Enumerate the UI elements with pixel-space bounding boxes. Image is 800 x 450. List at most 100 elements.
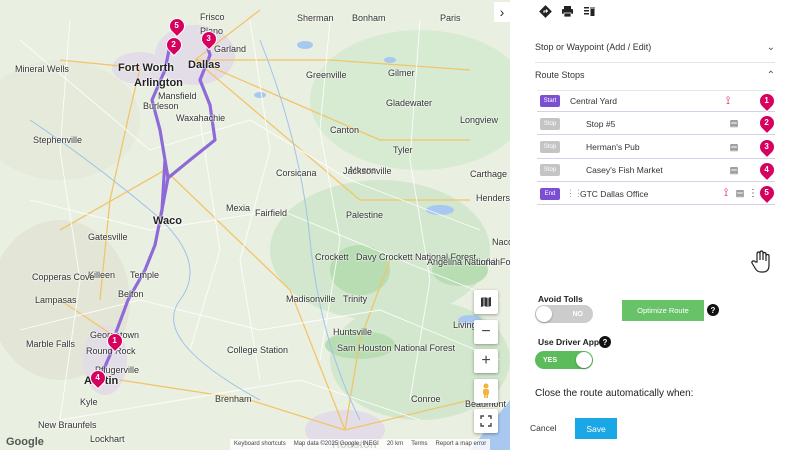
city-label: Garland: [214, 44, 247, 54]
city-label: Conroe: [411, 394, 441, 404]
city-label: Waco: [153, 215, 182, 227]
city-label: Gilmer: [388, 68, 415, 78]
stop-number-pin: 3: [755, 135, 779, 158]
stop-name: Herman's Pub: [586, 142, 640, 153]
driver-app-toggle[interactable]: YES: [535, 351, 593, 369]
city-label: Longview: [460, 115, 499, 125]
terms-link[interactable]: Terms: [411, 441, 427, 448]
city-label: Corsicana: [276, 168, 317, 178]
printer-icon: [561, 5, 573, 17]
city-label: Crockett: [315, 252, 349, 262]
city-label: Frisco: [200, 12, 225, 22]
city-label: Fairfield: [255, 208, 288, 218]
city-label: Copperas Cove: [32, 272, 95, 282]
toggle-knob: [536, 306, 552, 322]
city-label: Paris: [440, 13, 461, 23]
report-error-link[interactable]: Report a map error: [436, 441, 487, 448]
city-label: Lockhart: [90, 434, 125, 444]
note-icon[interactable]: ▤: [727, 118, 741, 129]
chevron-right-icon: ›: [499, 4, 505, 20]
stop-number-pin: 1: [755, 89, 779, 113]
optimize-help-icon[interactable]: ?: [707, 304, 719, 316]
city-label: Belton: [118, 289, 144, 299]
stop-row-start[interactable]: Start Central Yard ⟟ 1: [537, 89, 779, 113]
stop-waypoint-accordion[interactable]: Stop or Waypoint (Add / Edit) ⌄: [535, 33, 775, 61]
collapse-panel-button[interactable]: ›: [494, 2, 510, 22]
chevron-down-icon: ⌄: [766, 41, 775, 53]
location-pin-icon[interactable]: ⟟: [719, 187, 733, 200]
route-stops-list: Start Central Yard ⟟ 1 Stop Stop #5 ▤ 2 …: [537, 89, 779, 206]
avoid-tolls-toggle[interactable]: NO: [535, 305, 593, 323]
zoom-out-button[interactable]: −: [474, 320, 498, 344]
close-route-label: Close the route automatically when:: [535, 388, 694, 399]
stop-name: Casey's Fish Market: [586, 165, 663, 176]
stop-row[interactable]: Stop Herman's Pub ▤ 3: [537, 135, 779, 159]
map-data-attribution: Map data ©2025 Google, INEGI: [293, 441, 379, 447]
cancel-button[interactable]: Cancel: [530, 418, 560, 438]
city-label: Bonham: [352, 13, 386, 23]
fullscreen-icon: [480, 415, 492, 427]
print-button[interactable]: [560, 4, 574, 18]
city-label: Greenville: [306, 70, 347, 80]
city-label: Carthage: [470, 169, 508, 179]
save-button[interactable]: Save: [575, 418, 617, 439]
chevron-up-icon: ⌃: [766, 69, 775, 81]
optimize-route-button[interactable]: Optimize Route: [622, 300, 704, 321]
city-label: Sam Houston National Forest: [337, 343, 456, 353]
stop-name: Stop #5: [586, 118, 616, 129]
zoom-in-button[interactable]: +: [474, 349, 498, 373]
map-type-button[interactable]: [474, 290, 498, 314]
city-label: College Station: [227, 345, 289, 355]
city-label: Sherman: [297, 13, 334, 23]
directions-icon: [538, 4, 552, 18]
city-label: Brenham: [215, 394, 252, 404]
map-view[interactable]: FriscoPlanoGarlandFort WorthDallasArling…: [0, 0, 510, 450]
stop-row[interactable]: Stop Casey's Fish Market ▤ 4: [537, 158, 779, 182]
route-stops-accordion[interactable]: Route Stops ⌃: [535, 61, 775, 89]
stop-row-end[interactable]: End ⋮⋮ GTC Dallas Office ⟟ ▤ ⋮ 5: [537, 181, 779, 206]
city-label: Fort Worth: [118, 62, 175, 74]
keyboard-shortcuts-link[interactable]: Keyboard shortcuts: [234, 441, 286, 448]
city-label: Mineral Wells: [15, 64, 69, 74]
toggle-state: NO: [572, 310, 584, 318]
city-label: Kyle: [80, 397, 98, 407]
delete-list-icon: [583, 6, 595, 16]
route-stops-title: Route Stops: [535, 70, 585, 80]
city-label: Waxahachie: [176, 113, 226, 123]
pegman-icon: [483, 383, 489, 398]
city-label: Temple: [130, 270, 160, 280]
street-view-button[interactable]: [474, 379, 498, 403]
note-icon[interactable]: ▤: [733, 188, 747, 199]
toggle-state: YES: [543, 356, 558, 364]
avoid-tolls-label: Avoid Tolls: [538, 294, 583, 304]
route-panel: › Stop or Waypoint (Add / Edit) ⌄ Route …: [494, 0, 800, 450]
city-label: Tyler: [393, 145, 413, 155]
city-label: Trinity: [343, 294, 368, 304]
location-pin-icon[interactable]: ⟟: [721, 95, 735, 108]
stop-row[interactable]: Stop Stop #5 ▤ 2: [537, 111, 779, 136]
map-scale[interactable]: 20 km: [387, 441, 403, 448]
note-icon[interactable]: ▤: [727, 165, 741, 176]
minus-icon: −: [481, 323, 491, 340]
stop-badge: Stop: [540, 164, 560, 177]
fullscreen-button[interactable]: [474, 409, 498, 433]
map-icon: [481, 297, 491, 307]
city-label: Mexia: [226, 203, 251, 213]
city-label: Stephenville: [33, 135, 83, 145]
city-label: Dallas: [188, 59, 221, 71]
end-badge: End: [540, 187, 560, 200]
stop-badge: Stop: [540, 141, 560, 154]
clear-stops-button[interactable]: [582, 4, 596, 18]
stop-number-pin: 5: [755, 181, 779, 205]
note-icon[interactable]: ▤: [727, 142, 741, 153]
city-label: Gatesville: [88, 232, 128, 242]
directions-button[interactable]: [538, 4, 552, 18]
city-label: Nacogdoches: [492, 237, 510, 247]
start-badge: Start: [540, 95, 560, 107]
city-label: Canton: [330, 125, 360, 135]
stop-number-pin: 4: [755, 158, 779, 182]
city-label: Angelina National Forest: [427, 257, 510, 267]
driver-app-help-icon[interactable]: ?: [599, 336, 611, 348]
drag-handle-icon[interactable]: ⋮⋮: [566, 188, 583, 199]
more-options-icon[interactable]: ⋮: [747, 188, 759, 199]
